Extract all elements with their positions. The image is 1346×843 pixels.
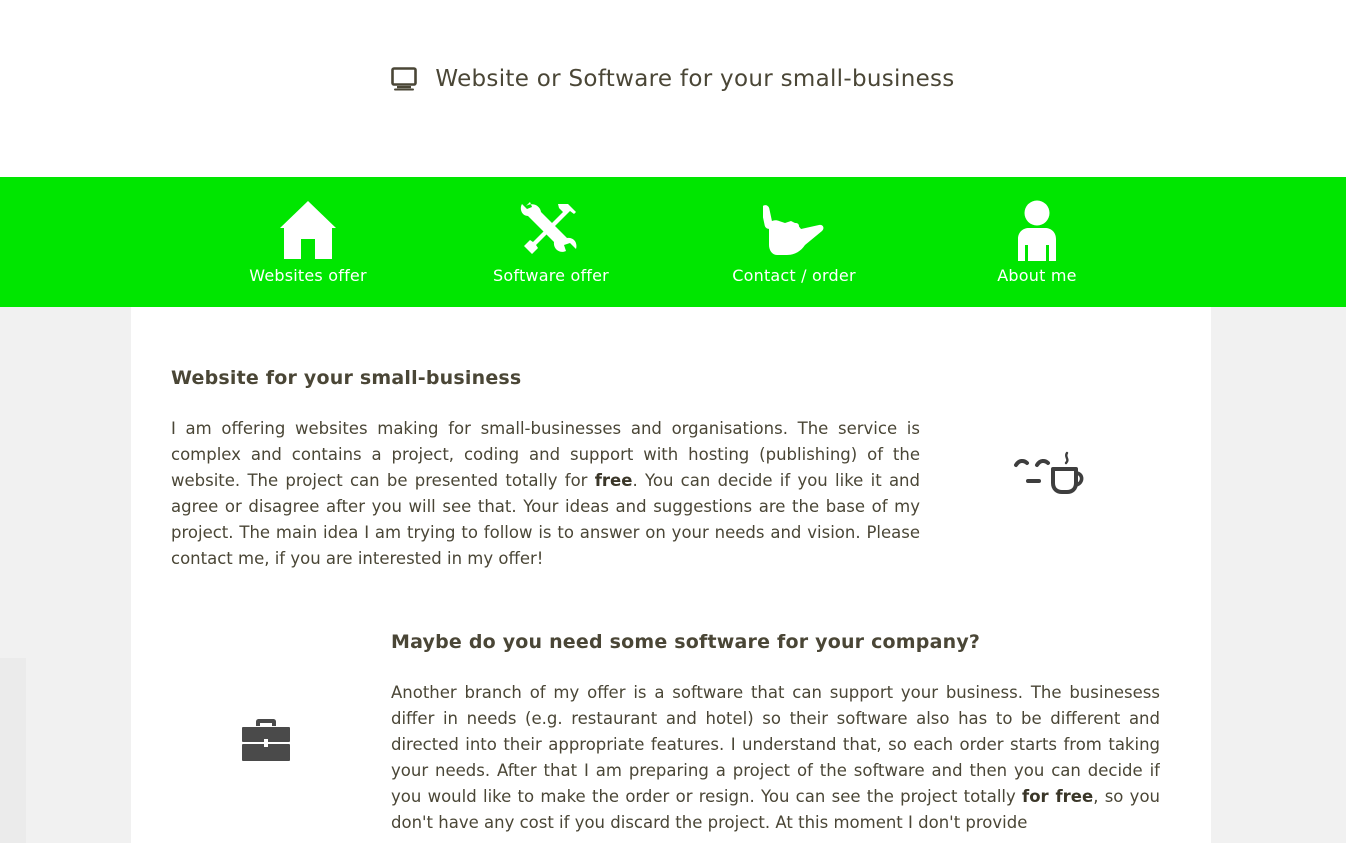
site-title[interactable]: Website or Software for your small-busin… (0, 62, 1346, 96)
user-icon (1005, 199, 1069, 261)
home-icon (276, 199, 340, 261)
nav-label-software-offer: Software offer (493, 266, 609, 285)
tools-icon (519, 199, 583, 261)
nav-item-software-offer[interactable]: Software offer (441, 177, 661, 307)
software-section-text: Another branch of my offer is a software… (391, 683, 1160, 832)
nav-item-contact-order[interactable]: Contact / order (684, 177, 904, 307)
nav-label-contact-order: Contact / order (732, 266, 856, 285)
main-content: Website for your small-business I am off… (131, 307, 1211, 843)
nav-item-websites-offer[interactable]: Websites offer (198, 177, 418, 307)
site-title-text: Website or Software for your small-busin… (435, 66, 955, 92)
briefcase-icon (242, 719, 290, 761)
shaka-hand-icon (762, 199, 826, 261)
nav-label-about-me: About me (997, 266, 1077, 285)
nav-label-websites-offer: Websites offer (249, 266, 367, 285)
free-emphasis: free (594, 471, 633, 490)
monitor-icon (391, 67, 418, 91)
page-header: Website or Software for your small-busin… (0, 0, 1346, 177)
coffee-icon (1014, 451, 1084, 494)
page-side-strip (0, 658, 26, 843)
nav-item-about-me[interactable]: About me (927, 177, 1147, 307)
software-section-heading: Maybe do you need some software for your… (391, 631, 981, 653)
websites-section-text: I am offering websites making for small-… (171, 419, 920, 568)
websites-section-heading: Website for your small-business (171, 367, 522, 389)
main-navigation: Websites offer Software offer Contact / (0, 177, 1346, 307)
for-free-emphasis: for free (1022, 787, 1094, 806)
